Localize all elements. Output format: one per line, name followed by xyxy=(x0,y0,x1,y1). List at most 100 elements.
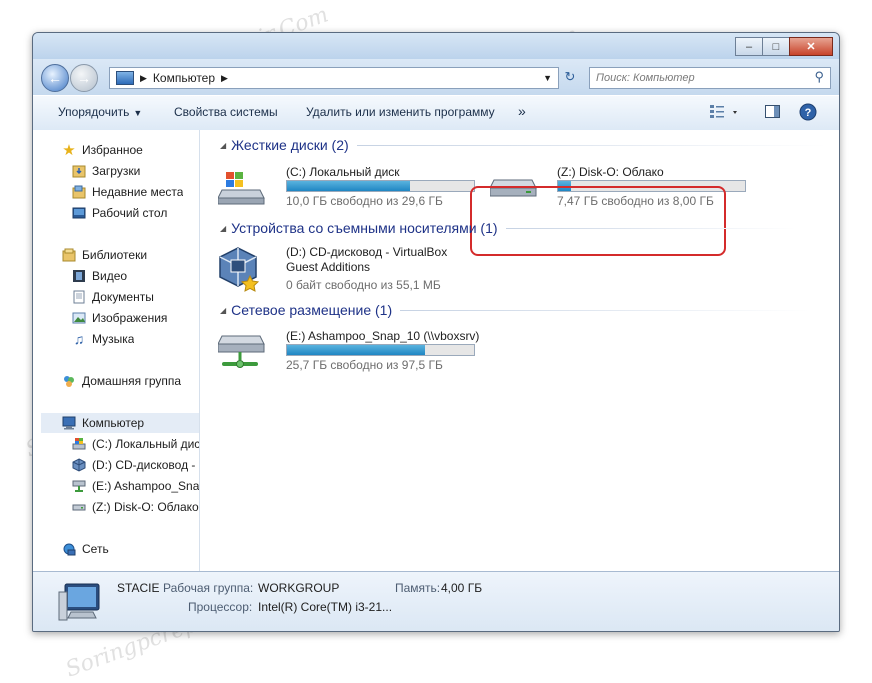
sidebar-item-documents[interactable]: Документы xyxy=(71,287,154,307)
sidebar-item-drive-z[interactable]: (Z:) Disk-O: Облако xyxy=(71,497,199,517)
chevron-down-icon[interactable]: ▼ xyxy=(543,73,552,83)
organize-button[interactable]: Упорядочить ▼ xyxy=(58,105,142,119)
usage-fill xyxy=(287,181,411,191)
back-button[interactable]: ← xyxy=(41,64,69,92)
desktop-icon xyxy=(71,205,87,221)
collapse-icon: ◢ xyxy=(220,223,227,233)
arrow-left-icon: ← xyxy=(48,70,62,86)
workgroup-value: WORKGROUP xyxy=(258,581,340,595)
windows-drive-icon xyxy=(71,436,87,452)
preview-pane-icon xyxy=(765,105,780,118)
cpu-label: Процессор: xyxy=(188,600,253,614)
more-commands-button[interactable]: » xyxy=(518,103,526,119)
star-icon: ★ xyxy=(62,142,76,159)
chevron-down-icon: ▼ xyxy=(133,108,143,118)
virtualbox-icon xyxy=(71,457,87,473)
documents-icon xyxy=(71,289,87,305)
system-properties-button[interactable]: Свойства системы xyxy=(174,105,278,119)
memory-label: Память: xyxy=(395,581,441,595)
address-bar[interactable]: ▶ Компьютер ▶ ▼ xyxy=(109,67,559,89)
collapse-icon: ◢ xyxy=(220,140,227,150)
sidebar-item-label: Музыка xyxy=(92,332,135,346)
help-button[interactable]: ? xyxy=(799,103,817,124)
sidebar-item-video[interactable]: Видео xyxy=(71,266,127,286)
computer-icon xyxy=(116,71,134,85)
group-removable[interactable]: ◢ Устройства со съемными носителями (1) xyxy=(220,220,796,236)
sidebar-item-label: Видео xyxy=(92,269,128,283)
network-drive-icon xyxy=(218,335,265,368)
preview-pane-button[interactable] xyxy=(764,103,782,124)
drives-view: ◢ Жесткие диски (2) (C:) Локальный диск … xyxy=(200,130,839,571)
content-area: ★ Избранное Загрузки Недавние места Рабо… xyxy=(33,130,839,571)
sidebar-item-label: (Z:) Disk-O: Облако xyxy=(92,500,199,514)
drive-item-d[interactable]: (D:) CD-дисковод - VirtualBox Guest Addi… xyxy=(218,242,478,298)
sidebar-item-desktop[interactable]: Рабочий стол xyxy=(71,203,167,223)
divider xyxy=(505,227,796,229)
drive-name: (D:) CD-дисковод - VirtualBox xyxy=(286,245,448,259)
maximize-button[interactable]: □ xyxy=(762,37,790,56)
drive-name: (E:) Ashampoo_Snap_10 (\\vboxsrv) xyxy=(286,329,480,343)
computer-icon xyxy=(58,583,100,621)
refresh-icon: ↻ xyxy=(564,69,576,84)
drive-name: (Z:) Disk-O: Облако xyxy=(557,165,664,179)
uninstall-program-button[interactable]: Удалить или изменить программу xyxy=(306,105,495,119)
minimize-button[interactable]: – xyxy=(735,37,763,56)
group-title: Сетевое размещение (1) xyxy=(231,302,393,318)
sidebar-item-label: Рабочий стол xyxy=(92,206,168,220)
drive-name: (C:) Локальный диск xyxy=(286,165,400,179)
drive-free-space: 25,7 ГБ свободно из 97,5 ГБ xyxy=(286,358,443,372)
network-icon xyxy=(61,541,77,557)
drive-item-e[interactable]: (E:) Ashampoo_Snap_10 (\\vboxsrv) 25,7 Г… xyxy=(218,326,480,382)
sidebar-item-favorites[interactable]: ★ Избранное xyxy=(61,140,143,160)
chevron-right-icon[interactable]: ▶ xyxy=(221,73,228,84)
window-controls: – □ ✕ xyxy=(735,37,833,56)
sidebar-item-homegroup[interactable]: Домашняя группа xyxy=(61,371,181,391)
sidebar-item-label: (D:) CD-дисковод - ' xyxy=(92,458,199,472)
sidebar-item-drive-c[interactable]: (C:) Локальный дис xyxy=(71,434,199,454)
breadcrumb-computer[interactable]: Компьютер xyxy=(153,71,215,85)
help-icon: ? xyxy=(799,103,817,121)
group-network-locations[interactable]: ◢ Сетевое размещение (1) xyxy=(220,302,811,318)
drive-item-c[interactable]: (C:) Локальный диск 10,0 ГБ свободно из … xyxy=(218,162,475,212)
computer-icon xyxy=(61,415,77,431)
command-bar: Упорядочить ▼ Свойства системы Удалить ил… xyxy=(33,95,839,131)
group-title: Устройства со съемными носителями (1) xyxy=(231,220,498,236)
usage-fill xyxy=(287,345,426,355)
group-title: Жесткие диски (2) xyxy=(231,137,349,153)
sidebar-item-label: Компьютер xyxy=(82,416,145,430)
svg-text:?: ? xyxy=(805,107,812,119)
images-icon xyxy=(71,310,87,326)
windows-drive-icon xyxy=(218,172,265,205)
refresh-button[interactable]: ↻ xyxy=(559,67,581,87)
sidebar-item-libraries[interactable]: Библиотеки xyxy=(61,245,147,265)
sidebar-item-music[interactable]: ♫ Музыка xyxy=(71,329,135,349)
close-button[interactable]: ✕ xyxy=(789,37,833,56)
sidebar-item-computer[interactable]: Компьютер xyxy=(41,413,199,433)
computer-name: STACIE xyxy=(117,581,160,595)
video-icon xyxy=(71,268,87,284)
view-options-button[interactable] xyxy=(709,103,739,124)
sidebar-item-drive-e[interactable]: (E:) Ashampoo_Snap xyxy=(71,476,199,496)
forward-button[interactable]: → xyxy=(70,64,98,92)
homegroup-icon xyxy=(61,373,77,389)
sidebar-item-label: (E:) Ashampoo_Snap xyxy=(92,479,199,493)
sidebar-item-recent[interactable]: Недавние места xyxy=(71,182,183,202)
sidebar-item-images[interactable]: Изображения xyxy=(71,308,167,328)
search-input[interactable]: Поиск: Компьютер ⚲ xyxy=(589,67,831,89)
sidebar-item-label: Загрузки xyxy=(92,164,141,178)
sidebar-item-label: Сеть xyxy=(82,542,109,556)
drive-free-space: 0 байт свободно из 55,1 МБ xyxy=(286,278,441,292)
sidebar-item-label: Избранное xyxy=(82,143,143,157)
organize-label: Упорядочить xyxy=(58,105,130,119)
search-icon[interactable]: ⚲ xyxy=(814,69,824,85)
sidebar-item-downloads[interactable]: Загрузки xyxy=(71,161,140,181)
chevron-right-icon[interactable]: ▶ xyxy=(140,73,147,84)
explorer-window: – □ ✕ ← → ▶ Компьютер ▶ ▼ ↻ Поиск: Компь… xyxy=(32,32,840,632)
group-hard-disks[interactable]: ◢ Жесткие диски (2) xyxy=(220,137,827,153)
search-placeholder: Поиск: Компьютер xyxy=(596,72,695,84)
drive-free-space: 10,0 ГБ свободно из 29,6 ГБ xyxy=(286,194,443,208)
sidebar-item-drive-d[interactable]: (D:) CD-дисковод - ' xyxy=(71,455,199,475)
workgroup-label: Рабочая группа: xyxy=(163,581,254,595)
sidebar-item-network[interactable]: Сеть xyxy=(61,539,109,559)
libraries-icon xyxy=(61,247,77,263)
